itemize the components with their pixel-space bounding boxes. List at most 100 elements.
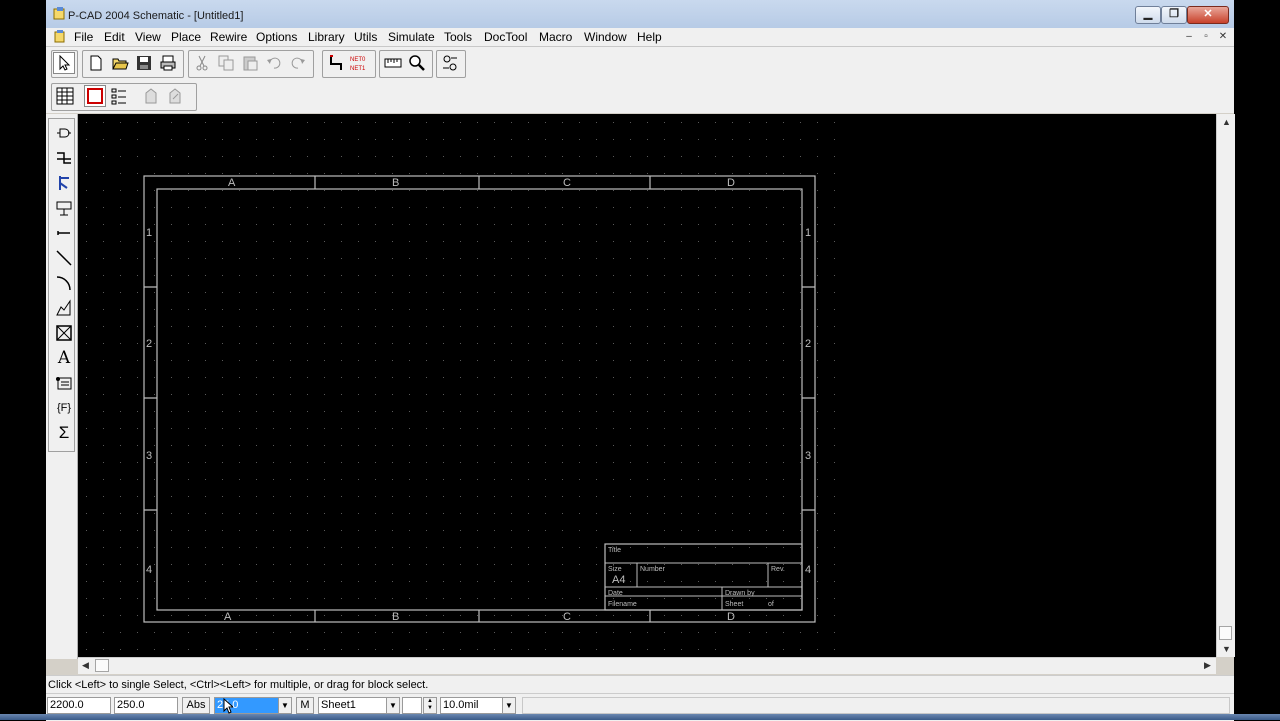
place-field-button[interactable]: [53, 322, 75, 344]
zone-column-label: A: [224, 611, 232, 623]
grid-table-icon: [56, 87, 74, 105]
menu-options[interactable]: Options: [256, 30, 297, 44]
title-bar[interactable]: P-CAD 2004 Schematic - [Untitled1] ▁ ❐ ✕: [46, 0, 1234, 29]
line-width-dropdown-icon[interactable]: ▼: [502, 697, 516, 714]
swap-button[interactable]: [439, 52, 461, 74]
menu-macro[interactable]: Macro: [539, 30, 572, 44]
sheet-select[interactable]: Sheet1: [318, 697, 390, 714]
place-attribute-icon: [56, 377, 72, 390]
zoom-icon: [409, 55, 425, 71]
black-margin-left: [0, 0, 46, 720]
size-value: A4: [612, 574, 625, 586]
horizontal-scroll-thumb[interactable]: [95, 659, 109, 672]
scroll-down-icon[interactable]: ▼: [1222, 644, 1231, 654]
maximize-button[interactable]: ❐: [1161, 6, 1187, 24]
menu-window[interactable]: Window: [584, 30, 627, 44]
grid-dropdown-icon[interactable]: ▼: [278, 697, 292, 714]
net-to-net-button[interactable]: NET0 NET1: [349, 52, 373, 74]
menu-place[interactable]: Place: [171, 30, 201, 44]
main-toolbar: NET0 NET1: [46, 47, 1234, 80]
vertical-scrollbar[interactable]: ▲ ▼: [1216, 114, 1235, 657]
measure-button[interactable]: [382, 52, 404, 74]
close-button[interactable]: ✕: [1187, 6, 1229, 24]
scroll-right-icon[interactable]: ▶: [1204, 660, 1211, 671]
undo-icon: [267, 57, 281, 69]
save-button[interactable]: [133, 52, 155, 74]
pcad-app-icon: [53, 7, 65, 20]
place-port-button[interactable]: [53, 197, 75, 219]
place-part-button[interactable]: [53, 122, 75, 144]
schematic-canvas[interactable]: A B C D A B C D 1 2 3 4 1 2 3 4 Title Si…: [78, 114, 1216, 657]
scroll-left-icon[interactable]: ◀: [82, 660, 89, 671]
place-arc-button[interactable]: [53, 272, 75, 294]
y-coordinate-field[interactable]: 250.0: [114, 697, 178, 714]
vertical-scroll-thumb[interactable]: [1219, 626, 1232, 640]
copy-button[interactable]: [215, 52, 237, 74]
horizontal-scrollbar[interactable]: ◀ ▶: [78, 657, 1216, 674]
menu-library[interactable]: Library: [308, 30, 345, 44]
new-button[interactable]: [85, 52, 107, 74]
place-pin-button[interactable]: [53, 222, 75, 244]
menu-rewire[interactable]: Rewire: [210, 30, 247, 44]
menu-tools[interactable]: Tools: [444, 30, 472, 44]
placement-toolbar: A {F} Σ: [46, 114, 78, 659]
mdi-close-button[interactable]: ✕: [1216, 30, 1230, 43]
undo-button[interactable]: [263, 52, 285, 74]
document-icon[interactable]: [53, 29, 67, 43]
place-bus-icon: [59, 176, 69, 190]
line-width-select[interactable]: 10.0mil: [440, 697, 504, 714]
layer-box[interactable]: [402, 697, 422, 714]
component-edit-button[interactable]: [164, 85, 186, 107]
zone-column-label: C: [563, 177, 571, 189]
mdi-minimize-button[interactable]: –: [1182, 30, 1196, 43]
layer-spinner[interactable]: ▲ ▼: [423, 697, 437, 714]
menu-doctool[interactable]: DocTool: [484, 30, 527, 44]
component-button[interactable]: [140, 85, 162, 107]
redo-button[interactable]: [287, 52, 309, 74]
paste-button[interactable]: [239, 52, 261, 74]
list-button[interactable]: [108, 85, 130, 107]
menu-view[interactable]: View: [135, 30, 161, 44]
sheet-dropdown-icon[interactable]: ▼: [386, 697, 400, 714]
component-icon: [145, 88, 157, 104]
place-bus-button[interactable]: [53, 172, 75, 194]
select-tool-button[interactable]: [53, 52, 75, 74]
status-info-panel: [522, 697, 1230, 714]
open-button[interactable]: [109, 52, 131, 74]
net-route-button[interactable]: [325, 52, 347, 74]
save-icon: [137, 56, 151, 70]
menu-help[interactable]: Help: [637, 30, 662, 44]
place-wire-button[interactable]: [53, 147, 75, 169]
place-polygon-button[interactable]: [53, 297, 75, 319]
print-button[interactable]: [157, 52, 179, 74]
sheet-frame-button[interactable]: [84, 85, 106, 107]
zone-row-label: 2: [805, 338, 811, 350]
x-coordinate-field[interactable]: 2200.0: [47, 697, 111, 714]
toolbar-group-design: [51, 83, 197, 111]
net-label-bottom: NET1: [350, 66, 366, 72]
zone-column-label: A: [228, 177, 236, 189]
menu-simulate[interactable]: Simulate: [388, 30, 435, 44]
mdi-restore-button[interactable]: ▫: [1199, 30, 1213, 43]
menu-edit[interactable]: Edit: [104, 30, 125, 44]
menu-utils[interactable]: Utils: [354, 30, 377, 44]
zone-column-label: B: [392, 177, 399, 189]
place-pin-icon: [57, 231, 70, 235]
menu-file[interactable]: File: [74, 30, 93, 44]
scroll-up-icon[interactable]: ▲: [1222, 117, 1231, 127]
black-margin-right: [1234, 0, 1280, 720]
spreadsheet-button[interactable]: [54, 85, 76, 107]
abs-button[interactable]: Abs: [182, 697, 210, 714]
place-line-button[interactable]: [53, 247, 75, 269]
m-button[interactable]: M: [296, 697, 314, 714]
place-ieee-sum-button[interactable]: Σ: [53, 422, 75, 444]
cut-button[interactable]: [191, 52, 213, 74]
place-text-button[interactable]: A: [53, 347, 75, 369]
zoom-button[interactable]: [406, 52, 428, 74]
place-attribute-button[interactable]: [53, 372, 75, 394]
minimize-button[interactable]: ▁: [1135, 6, 1161, 24]
zone-column-label: C: [563, 611, 571, 623]
mouse-cursor-icon: [223, 698, 233, 714]
menu-bar: File Edit View Place Rewire Options Libr…: [46, 28, 1234, 47]
place-field-f-button[interactable]: {F}: [53, 397, 75, 419]
